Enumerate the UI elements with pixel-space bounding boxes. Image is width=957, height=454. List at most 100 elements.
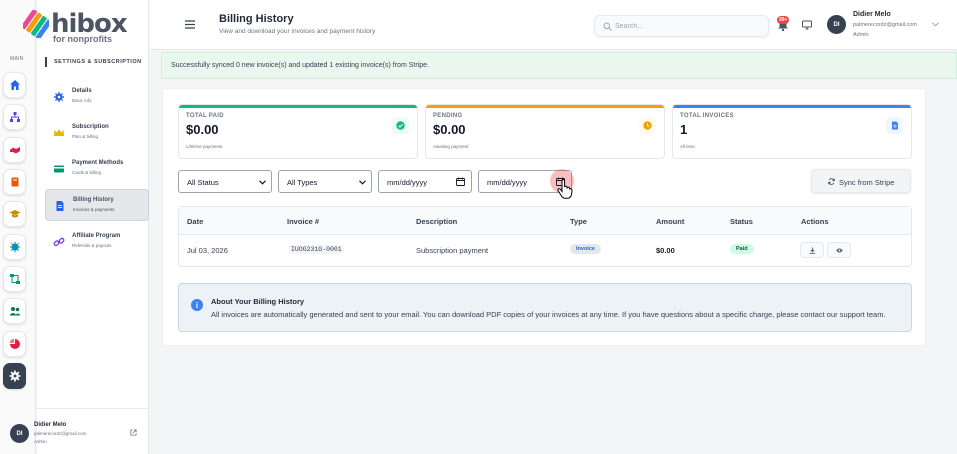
billing-info-box: i About Your Billing History All invoice… [178, 283, 912, 332]
rail-reports-button[interactable] [3, 331, 26, 357]
rail-virus-button[interactable] [3, 234, 26, 260]
virus-icon [9, 241, 20, 253]
external-link-icon[interactable] [130, 429, 137, 436]
sidebar-item-details[interactable]: Details Basic info [45, 81, 149, 113]
info-icon: i [191, 299, 203, 311]
crown-icon [54, 129, 64, 136]
sidebar-item-affiliate-program[interactable]: Affiliate Program Referrals & payouts [45, 226, 149, 258]
hand-cursor-icon [557, 179, 573, 199]
graduation-cap-icon [9, 210, 20, 218]
eye-icon [835, 248, 843, 252]
logo-mark-icon [23, 10, 49, 38]
column-header-date: Date [187, 217, 204, 226]
type-filter-select[interactable]: All Types [278, 170, 372, 193]
sidebar-item-subtitle: Cards & billing [72, 170, 102, 175]
search-box[interactable] [594, 15, 769, 37]
stat-value: $0.00 [186, 122, 219, 137]
search-input[interactable] [615, 20, 755, 33]
invoice-number: IUOG231G-0001 [289, 245, 344, 254]
stat-value: 1 [680, 122, 688, 137]
view-invoice-button[interactable] [827, 242, 851, 258]
sidebar-item-title: Billing History [73, 197, 114, 203]
stat-label: TOTAL INVOICES [680, 113, 734, 119]
chevron-down-icon[interactable] [932, 22, 939, 27]
stat-accent-bar [179, 105, 417, 108]
column-header-status: Status [730, 217, 753, 226]
sync-icon [828, 178, 835, 185]
alert-text: Successfully synced 0 new invoice(s) and… [171, 62, 429, 69]
rail-diagram-button[interactable] [3, 266, 26, 292]
stat-card-pending: PENDING $0.00 Awaiting payment [425, 104, 665, 159]
rail-settings-button[interactable] [3, 363, 26, 389]
diagram-icon [9, 274, 20, 284]
clock-icon [639, 117, 656, 134]
date-to-value: mm/dd/yyyy [487, 178, 528, 187]
credit-card-icon [54, 165, 64, 173]
sidebar-item-subtitle: Plan & billing [72, 134, 99, 139]
settings-icon [9, 370, 20, 382]
sidebar-item-title: Subscription [72, 124, 109, 130]
sidebar-item-billing-history[interactable]: Billing History Invoices & payments [45, 189, 149, 221]
header-user-email: palmerecordz@gmail.com [853, 22, 917, 28]
sidebar-profile[interactable]: DI Didier Melo palmerecordz@gmail.com Ad… [10, 408, 149, 454]
link-icon [53, 237, 65, 247]
rail-users-button[interactable] [3, 298, 26, 324]
home-icon [9, 80, 20, 90]
invoice-description: Subscription payment [416, 246, 489, 255]
page-subtitle: View and download your invoices and paym… [219, 28, 376, 35]
stat-card-total-invoices: TOTAL INVOICES 1 All time [672, 104, 912, 159]
invoice-type-badge: Invoice [570, 244, 601, 254]
sidebar-item-title: Payment Methods [72, 160, 124, 166]
date-from-input[interactable]: mm/dd/yyyy [378, 170, 472, 193]
chevron-down-icon [359, 180, 366, 185]
rail-book-button[interactable] [3, 169, 26, 195]
sidebar-item-subtitle: Basic info [72, 98, 92, 103]
header-user-role: Admin [853, 32, 869, 38]
stat-label: TOTAL PAID [186, 113, 224, 119]
sidebar-item-subtitle: Referrals & payouts [72, 243, 112, 248]
type-filter-value: All Types [287, 178, 318, 187]
stat-subtitle: Awaiting payment [433, 144, 469, 149]
notification-badge: 99+ [777, 16, 790, 24]
rail-home-button[interactable] [3, 72, 26, 98]
sitemap-icon [9, 112, 20, 122]
pie-chart-icon [9, 338, 20, 349]
profile-role: Admin [34, 439, 47, 444]
stat-card-total-paid: TOTAL PAID $0.00 Lifetime payments [178, 104, 418, 159]
avatar: DI [10, 424, 29, 443]
billing-history-panel: TOTAL PAID $0.00 Lifetime payments PENDI… [162, 88, 926, 346]
check-circle-icon [392, 117, 409, 134]
column-header-type: Type [570, 217, 587, 226]
file-icon [886, 117, 903, 134]
sidebar-item-subscription[interactable]: Subscription Plan & billing [45, 117, 149, 149]
header-user-name[interactable]: Didier Melo [853, 11, 891, 18]
rail-handshake-button[interactable] [3, 137, 26, 163]
invoice-icon [56, 201, 64, 211]
calendar-icon[interactable] [456, 177, 465, 186]
download-invoice-button[interactable] [800, 242, 824, 258]
rail-education-button[interactable] [3, 201, 26, 227]
handshake-icon [9, 147, 20, 154]
search-icon [603, 22, 612, 31]
stat-accent-bar [673, 105, 911, 108]
book-icon [11, 177, 18, 187]
status-filter-select[interactable]: All Status [178, 170, 272, 193]
download-icon [809, 247, 815, 254]
sidebar-item-title: Details [72, 88, 92, 94]
sync-button-label: Sync from Stripe [839, 178, 895, 187]
rail-sitemap-button[interactable] [3, 104, 26, 130]
sidebar-item-payment-methods[interactable]: Payment Methods Cards & billing [45, 153, 149, 185]
status-badge: Paid [730, 244, 754, 254]
logo[interactable]: hibox for nonprofits [23, 10, 134, 44]
stat-accent-bar [426, 105, 664, 108]
sync-from-stripe-button[interactable]: Sync from Stripe [811, 169, 911, 193]
monitor-icon[interactable] [802, 20, 812, 30]
invoice-amount: $0.00 [656, 246, 675, 255]
top-header: Billing History View and download your i… [150, 0, 957, 50]
status-filter-value: All Status [187, 178, 219, 187]
profile-name: Didier Melo [34, 422, 67, 428]
stat-subtitle: All time [680, 144, 695, 149]
hamburger-menu-icon[interactable] [185, 20, 195, 29]
invoices-table: Date Invoice # Description Type Amount S… [178, 206, 912, 267]
header-avatar[interactable]: DI [827, 15, 846, 34]
